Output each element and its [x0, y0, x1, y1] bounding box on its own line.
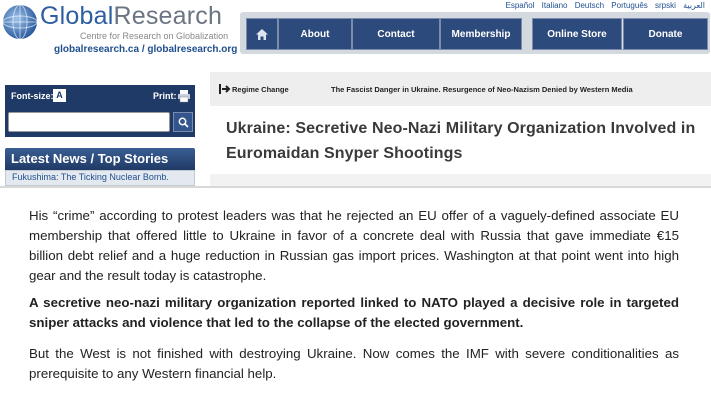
article-body: His “crime” according to protest leaders… [29, 206, 679, 384]
latest-news-heading: Latest News / Top Stories [5, 148, 195, 170]
font-size-label: Font-size: [11, 91, 54, 101]
nav-about[interactable]: About [278, 18, 352, 50]
brand-tagline: Centre for Research on Globalization [80, 31, 229, 41]
header-shade [210, 174, 711, 186]
article-title: Ukraine: Secretive Neo-Nazi Military Org… [226, 120, 696, 162]
search-button[interactable] [173, 112, 193, 132]
brand-name[interactable]: GlobalResearch [40, 2, 222, 31]
globe-logo-icon[interactable] [2, 2, 38, 44]
lang-link[interactable]: Deutsch [575, 1, 604, 10]
printer-icon[interactable] [177, 89, 191, 103]
nav-contact[interactable]: Contact [352, 18, 440, 50]
font-size-icon[interactable]: A [53, 89, 66, 102]
brand-name-part2: Research [113, 2, 223, 30]
search-input[interactable] [8, 112, 170, 132]
ticker-item[interactable]: The Fascist Danger in Ukraine. Resurgenc… [331, 85, 633, 94]
lang-link[interactable]: Italiano [542, 1, 568, 10]
main-navbar: About Contact Membership Online Store Do… [240, 12, 710, 54]
site-header: GlobalResearch Centre for Research on Gl… [0, 0, 711, 68]
language-links: Español Italiano Deutsch Português srpsk… [501, 1, 705, 10]
latest-news-item[interactable]: Fukushima: The Ticking Nuclear Bomb. [12, 172, 169, 182]
article-paragraph: But the West is not finished with destro… [29, 346, 679, 381]
arrow-right-icon [219, 84, 231, 94]
article-paragraph: His “crime” according to protest leaders… [29, 208, 679, 283]
article-paragraph-bold: A secretive neo-nazi military organizati… [29, 295, 679, 330]
lang-link[interactable]: Español [506, 1, 535, 10]
brand-name-part1: Global [40, 2, 114, 30]
lang-link[interactable]: srpski [655, 1, 676, 10]
ticker-item[interactable]: Regime Change [232, 85, 289, 94]
nav-donate[interactable]: Donate [623, 18, 708, 50]
lang-link[interactable]: Português [611, 1, 647, 10]
search-bar [5, 109, 195, 137]
latest-news-list: Fukushima: The Ticking Nuclear Bomb. [5, 170, 195, 186]
home-button[interactable] [246, 18, 278, 50]
search-icon [178, 117, 189, 128]
ticker-bar: Regime Change The Fascist Danger in Ukra… [210, 72, 711, 107]
home-icon [256, 28, 268, 40]
brand-sites-link[interactable]: globalresearch.ca / globalresearch.org [54, 44, 237, 55]
lang-link[interactable]: العربية [683, 1, 705, 10]
article-title-box: Ukraine: Secretive Neo-Nazi Military Org… [210, 106, 711, 174]
print-label: Print: [153, 91, 177, 101]
nav-online-store[interactable]: Online Store [532, 18, 622, 50]
nav-membership[interactable]: Membership [440, 18, 522, 50]
font-print-bar: Font-size: A Print: [5, 85, 195, 109]
divider [0, 186, 711, 188]
